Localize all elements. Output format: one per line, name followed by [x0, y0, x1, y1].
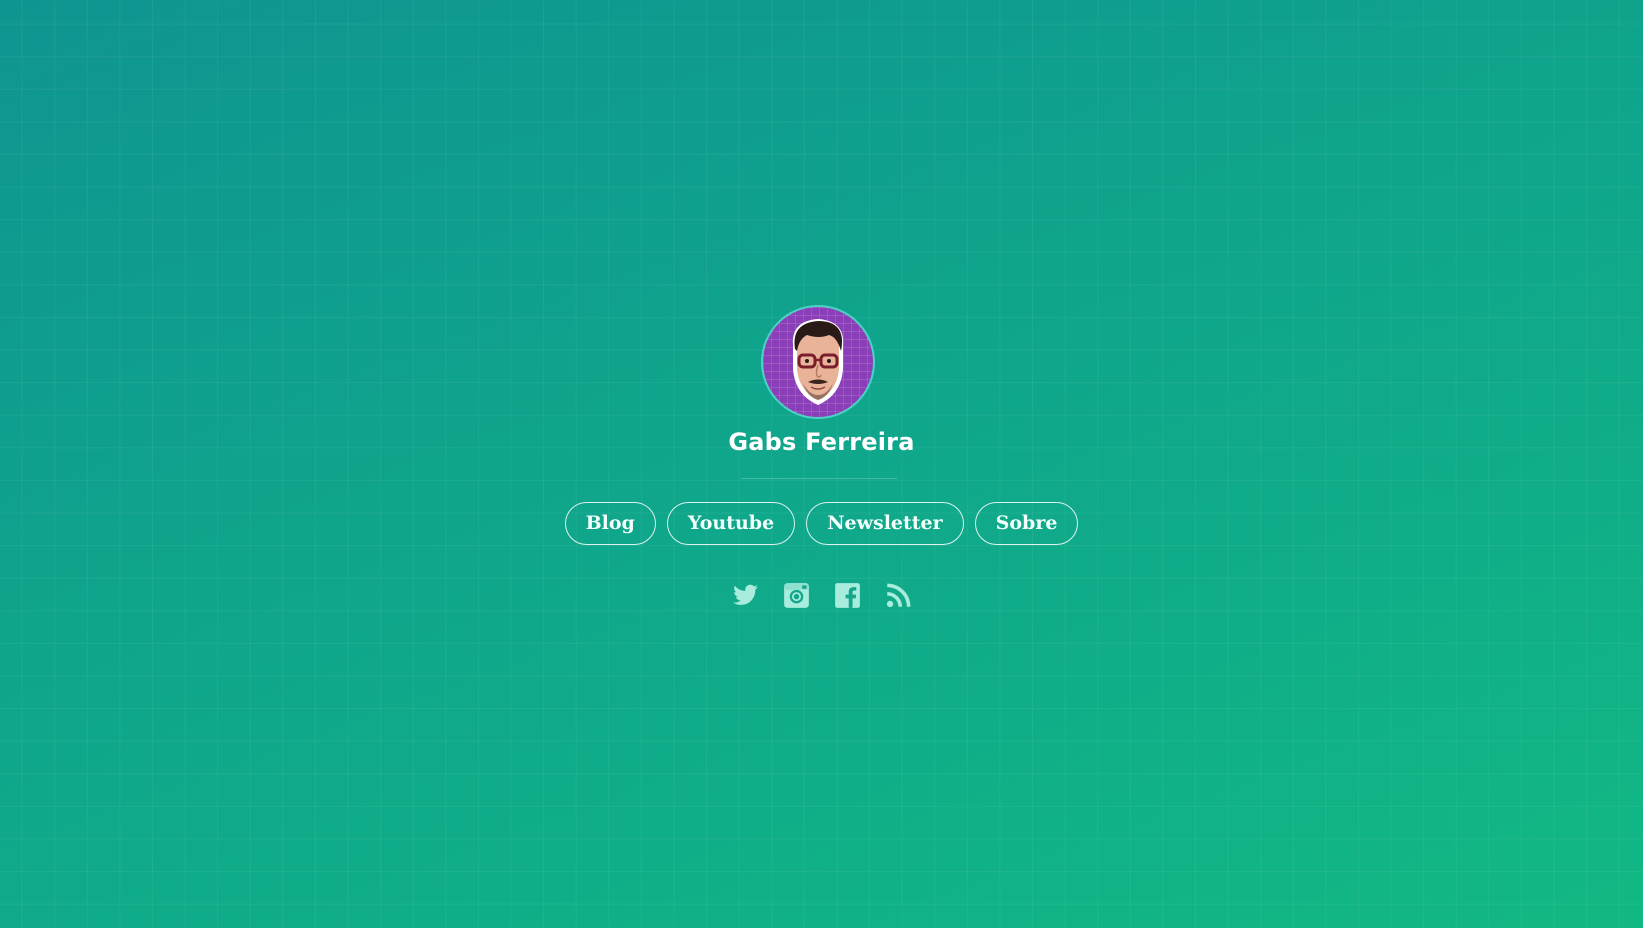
social-links	[0, 582, 1643, 609]
instagram-icon[interactable]	[783, 582, 810, 609]
twitter-icon[interactable]	[732, 582, 759, 609]
page: { "profile": { "name": "Gabs Ferreira", …	[0, 0, 1643, 928]
avatar-face-icon	[792, 319, 844, 405]
nav-youtube-button[interactable]: Youtube	[666, 502, 796, 545]
nav-sobre-button[interactable]: Sobre	[974, 502, 1079, 545]
rss-icon[interactable]	[885, 582, 912, 609]
nav-newsletter-button[interactable]: Newsletter	[806, 502, 964, 545]
avatar	[761, 305, 875, 419]
nav-links: Blog Youtube Newsletter Sobre	[0, 502, 1643, 545]
profile-card: Gabs Ferreira Blog Youtube Newsletter So…	[0, 0, 1643, 928]
profile-name: Gabs Ferreira	[728, 428, 915, 456]
divider	[741, 478, 897, 479]
facebook-icon[interactable]	[834, 582, 861, 609]
nav-blog-button[interactable]: Blog	[564, 502, 656, 545]
